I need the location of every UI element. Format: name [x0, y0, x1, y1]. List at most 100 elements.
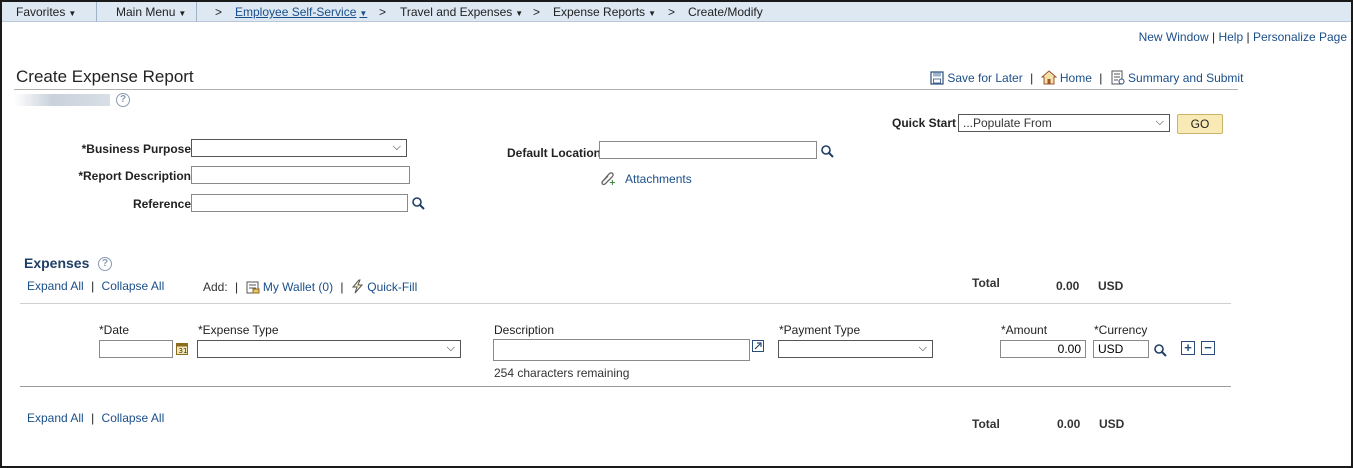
lightning-icon[interactable]: [351, 279, 364, 294]
help-link[interactable]: Help: [1218, 30, 1243, 44]
save-for-later-link[interactable]: Save for Later: [947, 71, 1022, 85]
nav-employee-self-service[interactable]: Employee Self-Service ▼: [235, 5, 367, 19]
total-value-bottom: 0.00: [1057, 417, 1081, 431]
link-divider: |: [1211, 30, 1216, 44]
home-link[interactable]: Home: [1060, 71, 1092, 85]
expand-all-link[interactable]: Expand All: [27, 411, 84, 425]
home-icon[interactable]: [1040, 70, 1057, 85]
help-icon[interactable]: ?: [98, 257, 112, 271]
reference-input[interactable]: [191, 194, 408, 212]
paperclip-add-icon[interactable]: +: [598, 170, 616, 186]
new-window-link[interactable]: New Window: [1139, 30, 1209, 44]
quick-fill-link[interactable]: Quick-Fill: [367, 280, 417, 294]
expense-type-column-header: *Expense Type: [198, 323, 279, 337]
calendar-icon[interactable]: 31: [176, 342, 188, 355]
expand-collapse-bottom: Expand All | Collapse All: [27, 411, 164, 425]
save-icon[interactable]: [930, 71, 944, 85]
nav-create-modify[interactable]: Create/Modify: [688, 5, 763, 19]
nav-favorites[interactable]: Favorites ▼: [16, 5, 76, 19]
date-column-header: *Date: [99, 323, 130, 337]
nav-main-menu[interactable]: Main Menu ▼: [116, 5, 186, 19]
add-divider: |: [340, 280, 344, 294]
description-column-header: Description: [494, 323, 555, 337]
link-divider: |: [91, 279, 95, 293]
total-label-bottom: Total: [972, 417, 1000, 431]
my-wallet-link[interactable]: My Wallet (0): [263, 280, 333, 294]
attachments-link[interactable]: Attachments: [625, 172, 692, 186]
reference-label: Reference: [132, 197, 191, 211]
caret-down-icon: ▼: [68, 9, 77, 18]
magnifier-icon[interactable]: [1153, 343, 1167, 357]
action-divider: |: [1099, 71, 1103, 85]
nav-separator: >: [533, 5, 541, 19]
svg-text:+: +: [609, 178, 616, 186]
collapse-all-link[interactable]: Collapse All: [102, 279, 165, 293]
business-purpose-select[interactable]: ⌵: [191, 139, 407, 157]
link-divider: |: [91, 411, 95, 425]
caret-down-icon: ▼: [515, 9, 524, 18]
nav-divider: [96, 2, 97, 22]
description-textarea[interactable]: [493, 339, 750, 361]
quick-start-selected: ...Populate From: [963, 116, 1052, 130]
default-location-input[interactable]: [599, 141, 817, 159]
action-divider: |: [1030, 71, 1034, 85]
nav-separator: >: [668, 5, 676, 19]
currency-input[interactable]: [1093, 340, 1149, 358]
amount-column-header: *Amount: [1001, 323, 1048, 337]
add-toolbar: Add: | My Wallet (0) | Quick-Fill: [203, 279, 417, 294]
summary-and-submit-link[interactable]: Summary and Submit: [1128, 71, 1243, 85]
characters-remaining: 254 characters remaining: [494, 366, 630, 380]
expand-collapse-top: Expand All | Collapse All: [27, 279, 164, 293]
nav-separator: >: [215, 5, 223, 19]
total-label-top: Total: [972, 276, 1000, 290]
caret-down-icon: ▼: [178, 9, 187, 18]
chevron-down-icon: ⌵: [446, 342, 455, 354]
magnifier-icon[interactable]: [411, 196, 425, 210]
add-divider: |: [235, 280, 239, 294]
summary-icon[interactable]: [1110, 70, 1125, 85]
caret-down-icon: ▼: [648, 9, 656, 18]
magnifier-icon[interactable]: [820, 144, 834, 158]
wallet-icon[interactable]: [246, 280, 260, 294]
nav-travel-and-expenses[interactable]: Travel and Expenses ▼: [400, 5, 523, 19]
expand-all-link[interactable]: Expand All: [27, 279, 84, 293]
help-icon[interactable]: ?: [116, 93, 130, 107]
go-button[interactable]: GO: [1177, 114, 1223, 134]
nav-expense-reports[interactable]: Expense Reports ▼: [553, 5, 656, 19]
report-description-label: *Report Description: [78, 169, 191, 183]
report-description-input[interactable]: [191, 166, 410, 184]
nav-divider: [196, 2, 197, 22]
chevron-down-icon: ⌵: [1155, 116, 1164, 128]
collapse-all-link[interactable]: Collapse All: [102, 411, 165, 425]
total-currency-top: USD: [1098, 279, 1124, 293]
report-id-placeholder: [14, 94, 110, 106]
link-divider: |: [1246, 30, 1250, 44]
payment-type-column-header: *Payment Type: [779, 323, 861, 337]
page-title: Create Expense Report: [16, 67, 194, 86]
svg-text:31: 31: [179, 347, 188, 355]
business-purpose-label: *Business Purpose: [81, 142, 191, 156]
chevron-down-icon: ⌵: [918, 342, 927, 354]
amount-input[interactable]: [1000, 340, 1086, 358]
total-value-top: 0.00: [1056, 279, 1080, 293]
title-divider: [14, 89, 1238, 90]
add-label: Add:: [203, 280, 228, 294]
add-row-button[interactable]: +: [1181, 341, 1195, 355]
quick-start-label: Quick Start: [892, 116, 957, 130]
total-currency-bottom: USD: [1099, 417, 1125, 431]
quick-start-select[interactable]: ...Populate From ⌵: [958, 114, 1170, 132]
expenses-bottom-divider: [20, 386, 1231, 387]
chevron-down-icon: ⌵: [392, 141, 401, 153]
currency-column-header: *Currency: [1094, 323, 1148, 337]
personalize-page-link[interactable]: Personalize Page: [1253, 30, 1347, 44]
default-location-label: Default Location: [507, 146, 602, 160]
payment-type-select[interactable]: ⌵: [778, 340, 933, 358]
expenses-top-divider: [20, 303, 1231, 304]
expense-type-select[interactable]: ⌵: [197, 340, 461, 358]
navigation-bar: Favorites ▼ Main Menu ▼ > Employee Self-Se…: [2, 2, 1351, 22]
delete-row-button[interactable]: −: [1201, 341, 1215, 355]
date-input[interactable]: [99, 340, 173, 358]
expand-text-icon[interactable]: [752, 340, 764, 352]
nav-separator: >: [379, 5, 387, 19]
page-links: New Window | Help | Personalize Page: [1139, 30, 1347, 44]
